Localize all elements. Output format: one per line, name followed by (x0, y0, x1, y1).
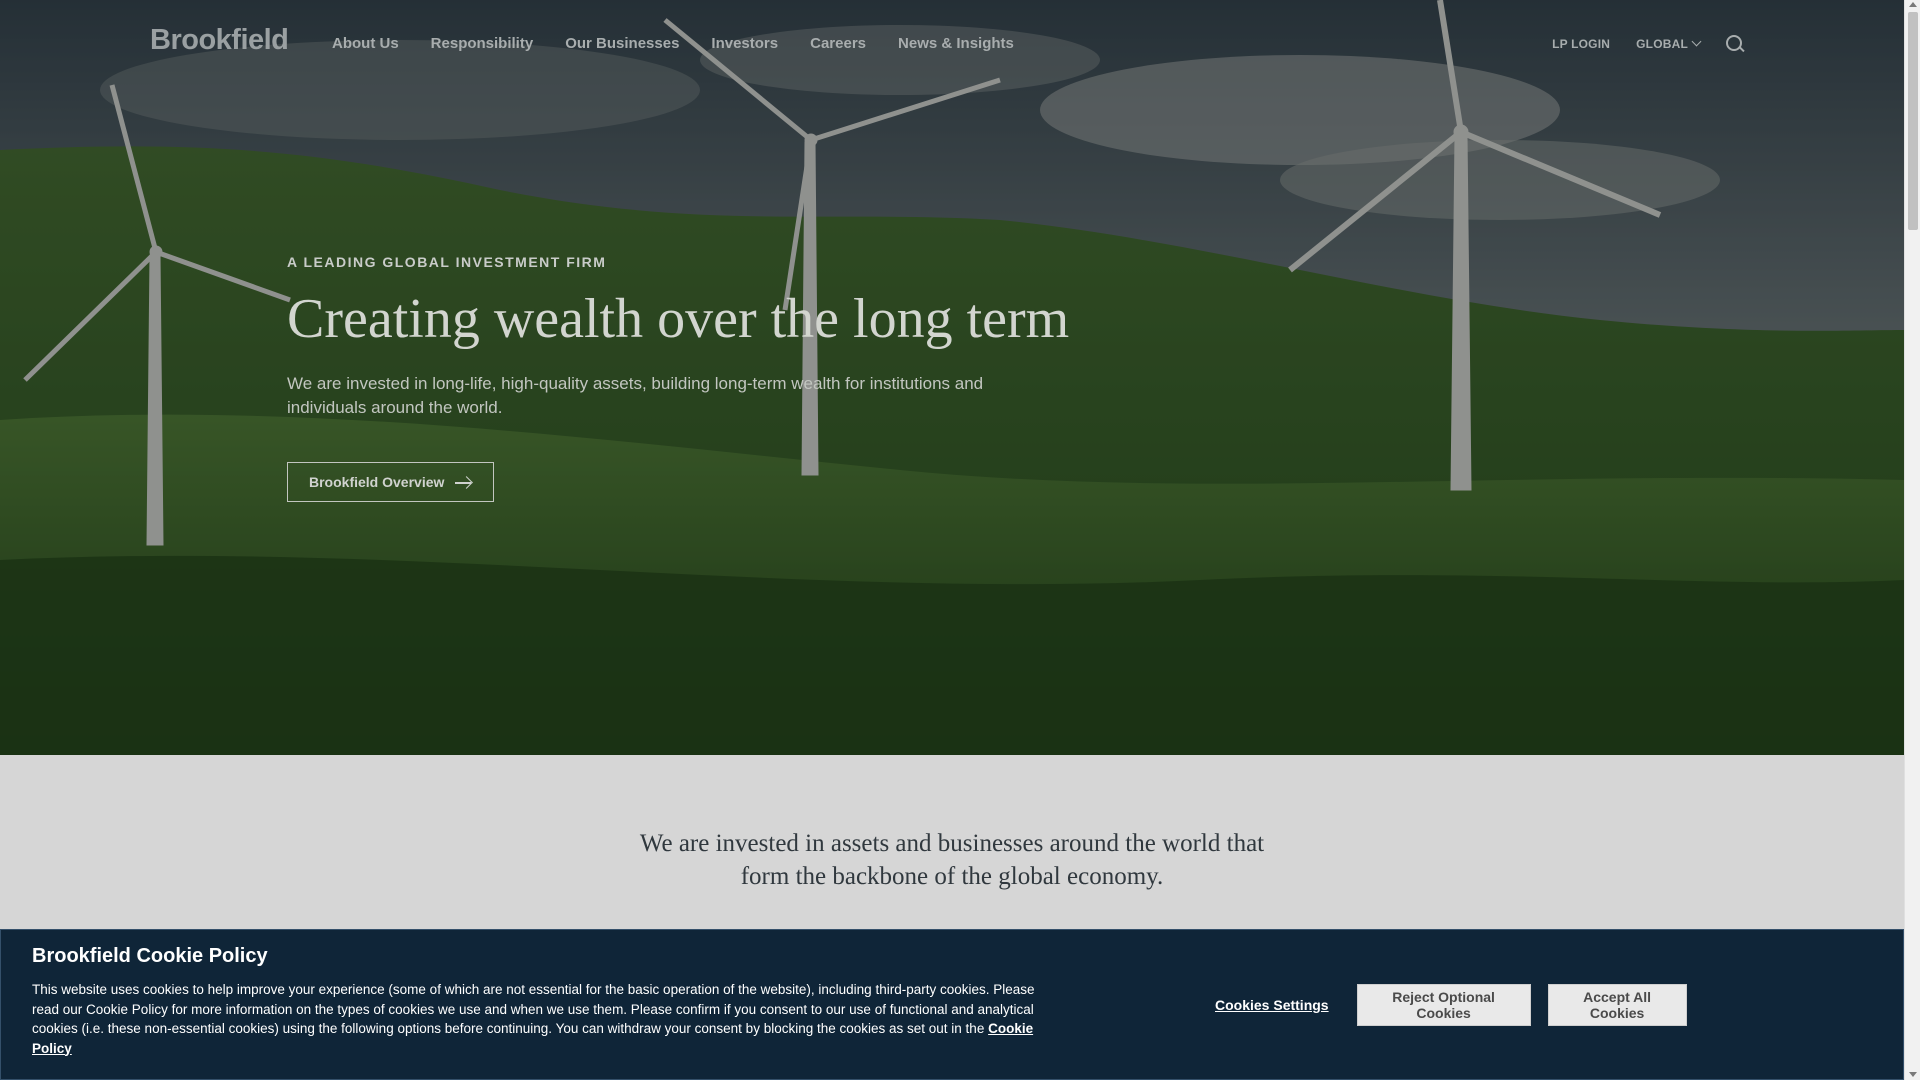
accept-all-cookies-button[interactable]: Accept All Cookies (1547, 984, 1687, 1026)
nav-link-investors[interactable]: Investors (711, 35, 778, 52)
lp-login-link[interactable]: LP LOGIN (1552, 37, 1610, 51)
cookies-settings-button[interactable]: Cookies Settings (1215, 997, 1329, 1013)
region-label: GLOBAL (1636, 37, 1688, 51)
nav-link-our-businesses[interactable]: Our Businesses (565, 35, 679, 52)
hero-eyebrow: A LEADING GLOBAL INVESTMENT FIRM (287, 254, 607, 270)
cookie-banner-body: This website uses cookies to help improv… (32, 980, 1052, 1058)
nav-link-about-us[interactable]: About Us (332, 35, 399, 52)
brookfield-overview-button[interactable]: Brookfield Overview (287, 462, 494, 502)
scrollbar-thumb[interactable] (1908, 12, 1918, 230)
search-icon[interactable] (1726, 35, 1744, 53)
cookie-banner: Brookfield Cookie Policy This website us… (0, 929, 1904, 1080)
utility-nav: LP LOGIN GLOBAL (1552, 35, 1744, 53)
scroll-down-arrow-icon[interactable] (1909, 1072, 1917, 1077)
page-scrollbar[interactable] (1904, 0, 1920, 1080)
primary-nav-links: About Us Responsibility Our Businesses I… (332, 35, 1014, 52)
cookie-actions: Cookies Settings Reject Optional Cookies… (1215, 984, 1687, 1026)
arrow-right-icon (455, 482, 471, 484)
reject-optional-cookies-button[interactable]: Reject Optional Cookies (1356, 984, 1531, 1026)
top-navigation: Brookfield About Us Responsibility Our B… (0, 0, 1904, 90)
cookie-banner-title: Brookfield Cookie Policy (32, 945, 268, 967)
nav-link-responsibility[interactable]: Responsibility (431, 35, 534, 52)
hero-description: We are invested in long-life, high-quali… (287, 374, 984, 417)
intro-line-2: form the backbone of the global economy. (740, 863, 1164, 890)
hero-title: Creating wealth over the long term (287, 288, 1070, 350)
cookie-banner-text: This website uses cookies to help improv… (32, 982, 1035, 1036)
scroll-up-arrow-icon[interactable] (1909, 2, 1917, 7)
chevron-down-icon (1691, 36, 1702, 47)
nav-link-news-insights[interactable]: News & Insights (898, 35, 1014, 52)
nav-link-careers[interactable]: Careers (810, 35, 866, 52)
intro-statement: We are invested in assets and businesses… (0, 827, 1904, 893)
overview-button-label: Brookfield Overview (309, 474, 445, 490)
brookfield-logo[interactable]: Brookfield (150, 24, 289, 57)
hero-section: Brookfield About Us Responsibility Our B… (0, 0, 1904, 755)
intro-line-1: We are invested in assets and businesses… (639, 830, 1265, 857)
region-selector[interactable]: GLOBAL (1636, 36, 1702, 51)
